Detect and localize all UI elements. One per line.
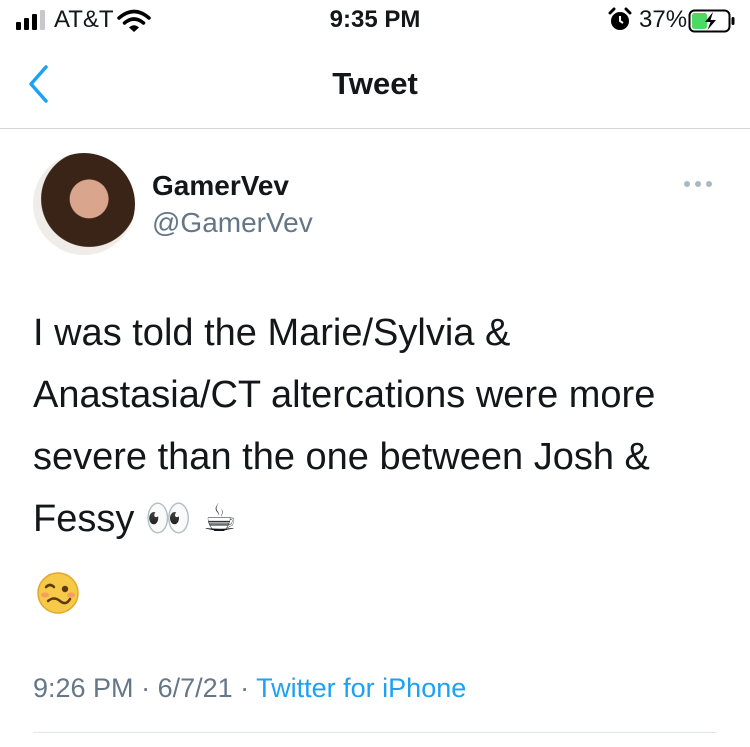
page-title: Tweet — [332, 66, 418, 101]
status-time: 9:35 PM — [329, 6, 421, 33]
woozy-face-emoji — [37, 572, 79, 614]
battery-charging-icon — [688, 9, 735, 33]
header-divider — [0, 128, 750, 129]
meta-separator: · — [133, 673, 158, 703]
meta-separator: · — [232, 673, 257, 703]
tweet-time: 9:26 PM — [33, 673, 134, 703]
battery-percentage: 37% — [639, 6, 688, 33]
avatar[interactable] — [33, 153, 135, 255]
display-name[interactable]: GamerVev — [152, 170, 289, 202]
user-handle[interactable]: @GamerVev — [152, 207, 313, 239]
alarm-icon — [608, 7, 632, 30]
bottom-divider — [33, 732, 717, 733]
status-bar: AT&T 9:35 PM 37% — [0, 0, 750, 40]
tweet-date: 6/7/21 — [157, 673, 233, 703]
tweet-meta: 9:26 PM · 6/7/21 · Twitter for iPhone — [33, 673, 466, 704]
source-link[interactable]: Twitter for iPhone — [256, 673, 466, 703]
tweet-text: I was told the Marie/Sylvia & Anastasia/… — [33, 312, 656, 540]
more-options-icon[interactable] — [684, 181, 712, 187]
